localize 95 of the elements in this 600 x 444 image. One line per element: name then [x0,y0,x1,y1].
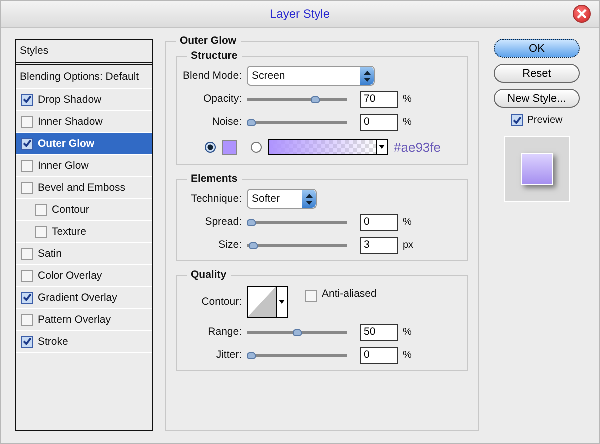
list-item[interactable]: Outer Glow [16,133,152,155]
field-label: Noise: [211,116,242,128]
field-label: Jitter: [215,349,242,361]
slider-thumb[interactable] [292,329,302,336]
radio-button[interactable] [205,142,216,152]
group-title: Outer Glow [176,35,241,47]
slider-track[interactable] [247,241,347,249]
close-icon [577,9,587,19]
gradient-picker[interactable] [268,139,388,155]
blend-mode-dropdown[interactable]: Screen [247,66,375,86]
list-item[interactable]: Inner Glow [16,155,152,177]
item-label: Satin [38,248,62,260]
list-item[interactable]: Gradient Overlay [16,287,152,309]
checkbox[interactable] [21,182,33,194]
list-item[interactable]: Color Overlay [16,265,152,287]
unit-label: % [403,94,412,104]
slider-thumb[interactable] [310,96,320,103]
input-field[interactable]: 50 [360,324,398,340]
hex-value: #ae93fe [394,140,441,154]
field-label: Blend Mode: [182,70,242,82]
field-label: Size: [218,239,242,251]
window-title: Layer Style [270,7,330,21]
caret-icon [279,300,285,304]
checkbox[interactable] [21,138,33,150]
slider-track[interactable] [247,118,347,126]
dialog-button[interactable]: New Style... [494,89,580,108]
caret-icon [379,145,385,149]
input-field[interactable]: 0 [360,114,398,130]
list-item[interactable]: Bevel and Emboss [16,177,152,199]
technique-dropdown[interactable]: Softer [247,189,317,209]
input-field[interactable]: 3 [360,236,398,254]
unit-label: px [403,240,414,250]
up-down-arrows-icon [364,70,370,82]
unit-label: % [403,350,412,360]
group-title: Elements [187,173,242,185]
checkbox[interactable] [21,292,33,304]
item-label: Texture [52,226,86,238]
checkbox[interactable] [21,270,33,282]
style-preview [504,136,570,202]
list-item[interactable]: Satin [16,243,152,265]
checkbox[interactable] [35,226,47,238]
checkbox[interactable] [21,116,33,128]
item-label: Bevel and Emboss [38,182,126,194]
item-label: Contour [52,204,90,216]
color-swatch[interactable] [222,140,237,154]
contour-curve-icon [248,287,276,317]
item-label: Pattern Overlay [38,314,111,326]
field-label: Range: [207,326,242,338]
list-item[interactable]: Stroke [16,331,152,353]
unit-label: % [403,116,412,128]
item-label: Outer Glow [38,138,95,150]
slider-thumb[interactable] [247,119,256,126]
input-field[interactable]: 70 [360,90,398,108]
radio-button[interactable] [251,142,262,152]
group-title: Structure [187,50,242,62]
checkbox-label: Preview [527,114,563,126]
slider-track[interactable] [247,218,347,226]
up-down-arrows-icon [306,194,312,204]
field-label: Opacity: [202,93,242,105]
slider-track[interactable] [247,351,347,359]
checkbox[interactable] [21,336,33,348]
item-label: Color Overlay [38,270,102,282]
input-field[interactable]: 0 [360,346,398,364]
checkbox[interactable] [35,204,47,216]
list-item[interactable]: Contour [16,199,152,221]
group-title: Quality [187,269,231,281]
checkbox[interactable] [511,114,524,126]
unit-label: % [403,216,412,228]
checkbox-label: Anti-aliased [322,288,377,300]
item-label: Drop Shadow [38,94,102,106]
list-item[interactable]: Drop Shadow [16,89,152,111]
item-label: Stroke [38,336,68,348]
checkbox[interactable] [21,94,33,106]
field-label: Technique: [190,193,242,205]
field-label: Contour: [200,296,242,308]
checkbox[interactable] [305,290,317,302]
dialog-button[interactable]: OK [494,39,580,58]
dialog-button[interactable]: Reset [494,64,580,83]
slider-thumb[interactable] [247,352,256,359]
list-item[interactable]: Texture [16,221,152,243]
unit-label: % [403,326,412,338]
checkbox[interactable] [21,314,33,326]
slider-thumb[interactable] [247,219,256,226]
close-button[interactable] [573,5,591,23]
contour-picker[interactable] [247,286,288,318]
item-label: Gradient Overlay [38,292,118,304]
item-label: Inner Glow [38,160,89,172]
checkbox[interactable] [21,248,33,260]
list-item[interactable]: Blending Options: Default [16,65,152,89]
checkbox[interactable] [21,160,33,172]
input-field[interactable]: 0 [360,214,398,230]
list-item[interactable]: Pattern Overlay [16,309,152,331]
slider-thumb[interactable] [248,242,258,249]
item-label: Inner Shadow [38,116,103,128]
field-label: Spread: [204,216,242,228]
